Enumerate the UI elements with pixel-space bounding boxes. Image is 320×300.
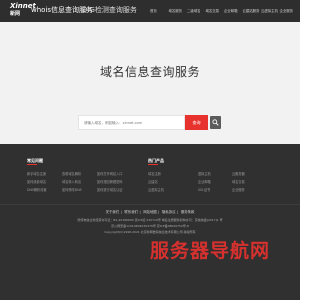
products-underline <box>148 164 158 165</box>
nav-item-mail[interactable]: 企业邮箱 <box>224 8 243 13</box>
faq-link[interactable]: 域名转入转出 <box>62 179 81 184</box>
faq-link[interactable]: 查看域名解析 <box>62 171 81 176</box>
domain-search-input[interactable] <box>78 115 185 130</box>
privacy-link[interactable]: 隐私协议 <box>162 210 176 214</box>
terms-link[interactable]: 服务条款 <box>181 210 195 214</box>
product-link[interactable]: 域名注册 <box>148 171 161 176</box>
search-hero: 域名信息查询服务 查询 <box>0 22 300 144</box>
product-link[interactable]: 企业服务 <box>232 187 245 192</box>
wrench-icon <box>212 119 219 126</box>
product-link[interactable]: SSL证书 <box>198 187 210 192</box>
product-link[interactable]: 虚拟主机 <box>198 171 211 176</box>
page-title: 域名信息查询服务 <box>99 65 200 79</box>
search-button[interactable]: 查询 <box>185 115 208 130</box>
contact-link[interactable]: 联系我们 <box>124 210 138 214</box>
watermark-text: 服务器导航网 <box>150 240 271 262</box>
product-link[interactable]: 域名交易 <box>232 179 245 184</box>
tool-button[interactable] <box>210 116 221 129</box>
police-record[interactable]: 京公网安备11010802030376号 京ICP备08006750号-8 <box>0 224 300 228</box>
main-nav: 首页 域名服务 二级域名 域名交易 企业邮箱 云建站服务 云虚拟主机 企业服务 <box>150 8 298 13</box>
product-link[interactable]: 企业邮箱 <box>198 179 211 184</box>
product-link[interactable]: 云虚拟主机 <box>148 187 164 192</box>
product-link[interactable]: 云服务器 <box>232 171 245 176</box>
footer-divider <box>0 204 300 205</box>
nav-item-enterprise[interactable]: 企业服务 <box>280 8 299 13</box>
nav-item-site[interactable]: 云建站服务 <box>243 8 262 13</box>
faq-link[interactable]: 如何续费域名 <box>27 179 46 184</box>
nav-item-host[interactable]: 云虚拟主机 <box>261 8 280 13</box>
license-info: 增值电信业务经营许可证：B1-20180609 京ICP证 030719号 域名… <box>77 218 223 222</box>
faq-link[interactable]: 如何进行域名认证 <box>97 187 123 192</box>
nav-item-domain[interactable]: 域名服务 <box>169 8 188 13</box>
faq-link[interactable]: 新手域名注册 <box>27 171 46 176</box>
about-link[interactable]: 关于我们 <box>106 210 120 214</box>
logo-text: Xinnet <box>10 2 36 10</box>
faq-link[interactable]: DNS解析设置 <box>27 187 47 192</box>
sitemap-link[interactable]: 网站地图 <box>143 210 157 214</box>
footer: 常见问题 热门产品 新手域名注册 查看域名解析 如何打开网站入口 如何续费域名 … <box>0 144 300 300</box>
product-link[interactable]: 云建站 <box>148 179 158 184</box>
xinnet-logo[interactable]: Xinnet 新网 <box>10 2 36 19</box>
nav-item-trade[interactable]: 域名交易 <box>206 8 225 13</box>
nav-item-subdomain[interactable]: 二级域名 <box>187 8 206 13</box>
logo-subtext: 新网 <box>10 11 21 17</box>
faq-link[interactable]: 如何找回管理密码 <box>97 179 123 184</box>
tab-dig[interactable]: DIG检测查询服务 <box>82 5 137 15</box>
faq-link[interactable]: 如何打开网站入口 <box>97 171 123 176</box>
faq-underline <box>27 164 37 165</box>
bottom-links: 关于我们 | 联系我们 | 网站地图 | 隐私协议 | 服务条款 <box>105 210 195 214</box>
faq-link[interactable]: 如何修改DNS <box>62 187 82 192</box>
top-header: Xinnet 新网 whois信息查询服务 DIG检测查询服务 首页 域名服务 … <box>0 0 300 22</box>
nav-item-home[interactable]: 首页 <box>150 8 169 13</box>
copyright: Copyright(C)1998-2021 北京新网数码信息技术有限公司 版权所… <box>104 230 196 234</box>
